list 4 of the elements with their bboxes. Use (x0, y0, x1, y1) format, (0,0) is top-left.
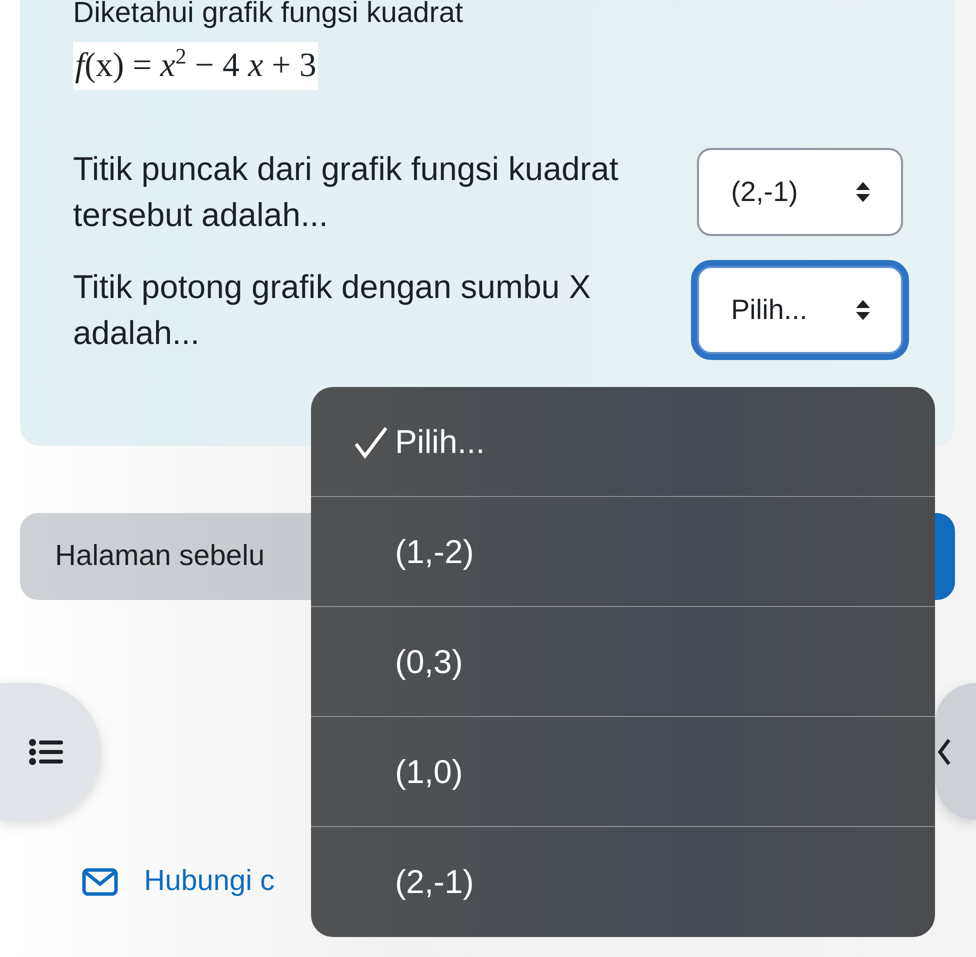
question-prompt: Titik puncak dari grafik fungsi kuadrat tersebut adalah... (73, 149, 620, 235)
question-prompt: Titik potong grafik dengan sumbu X adalah... (73, 267, 592, 353)
question-text: Diketahui grafik fungsi kuadrat (73, 0, 464, 28)
formula: f(x) = x$^{2}$ − 4 x + 3 (73, 42, 318, 90)
